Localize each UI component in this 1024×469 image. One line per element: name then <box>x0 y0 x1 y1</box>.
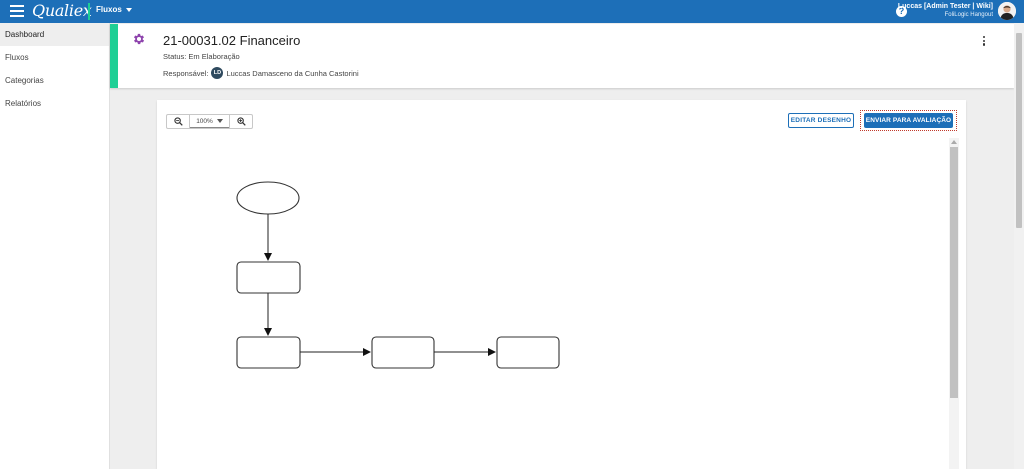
page-scrollbar[interactable] <box>1014 23 1024 469</box>
chevron-down-icon <box>125 7 132 12</box>
module-label: Fluxos <box>96 5 122 14</box>
responsible-avatar: LD <box>211 67 224 79</box>
start-event-shape[interactable] <box>236 181 300 215</box>
user-info[interactable]: Luccas [Admin Tester | Wiki] FoliLogic H… <box>898 3 993 19</box>
sidebar-item-dashboard[interactable]: Dashboard <box>0 23 109 46</box>
zoom-out-button[interactable] <box>167 115 189 128</box>
zoom-in-icon <box>236 117 246 126</box>
canvas-scroll-thumb[interactable] <box>950 147 958 398</box>
zoom-level-select[interactable]: 100% <box>190 115 229 128</box>
page-scroll-thumb[interactable] <box>1016 33 1022 228</box>
gear-icon <box>133 33 145 45</box>
status-text: Status: Em Elaboração <box>163 52 240 61</box>
canvas-scrollbar[interactable] <box>949 138 959 469</box>
user-org: FoliLogic Hangout <box>944 12 993 18</box>
task-shape[interactable] <box>236 336 301 369</box>
zoom-in-button[interactable] <box>230 115 252 128</box>
scroll-up-icon[interactable] <box>951 140 957 144</box>
top-divider <box>88 3 90 20</box>
kebab-menu-icon[interactable] <box>982 36 986 48</box>
edit-drawing-button[interactable]: EDITAR DESENHO <box>788 113 854 128</box>
sidebar-item-relatorios[interactable]: Relatórios <box>0 92 109 115</box>
accent-strip <box>110 24 118 88</box>
user-name: Luccas [Admin Tester | Wiki] <box>897 3 993 10</box>
zoom-controls: 100% <box>166 114 253 129</box>
chevron-down-icon <box>216 119 223 123</box>
sidebar: Dashboard Fluxos Categorias Relatórios <box>0 23 110 469</box>
responsible-label: Responsável: <box>163 68 209 78</box>
app-logo[interactable]: Qualiex <box>32 1 92 20</box>
menu-icon[interactable] <box>10 5 24 18</box>
zoom-level-value: 100% <box>196 117 213 125</box>
module-dropdown[interactable]: Fluxos <box>96 5 132 14</box>
page-title: 21-00031.02 Financeiro <box>163 33 301 48</box>
flow-diagram-canvas[interactable] <box>157 138 957 469</box>
submit-for-review-button[interactable]: ENVIAR PARA AVALIAÇÃO <box>864 113 953 128</box>
task-shape[interactable] <box>371 336 435 369</box>
avatar[interactable] <box>998 2 1016 20</box>
task-shape[interactable] <box>496 336 560 369</box>
sidebar-item-fluxos[interactable]: Fluxos <box>0 46 109 69</box>
flow-header-card: 21-00031.02 Financeiro Status: Em Elabor… <box>110 24 1014 88</box>
sidebar-item-categorias[interactable]: Categorias <box>0 69 109 92</box>
responsible-line: Responsável: LD Luccas Damasceno da Cunh… <box>163 67 359 79</box>
task-shape[interactable] <box>236 261 301 294</box>
zoom-out-icon <box>173 117 183 126</box>
submit-focus-ring: ENVIAR PARA AVALIAÇÃO <box>860 110 957 131</box>
diagram-card: 100% EDITAR DESENHO ENVIAR PARA AVALIAÇÃ… <box>157 100 966 469</box>
responsible-name: Luccas Damasceno da Cunha Castorini <box>226 68 359 78</box>
top-bar: Qualiex Fluxos ? Luccas [Admin Tester | … <box>0 0 1024 23</box>
